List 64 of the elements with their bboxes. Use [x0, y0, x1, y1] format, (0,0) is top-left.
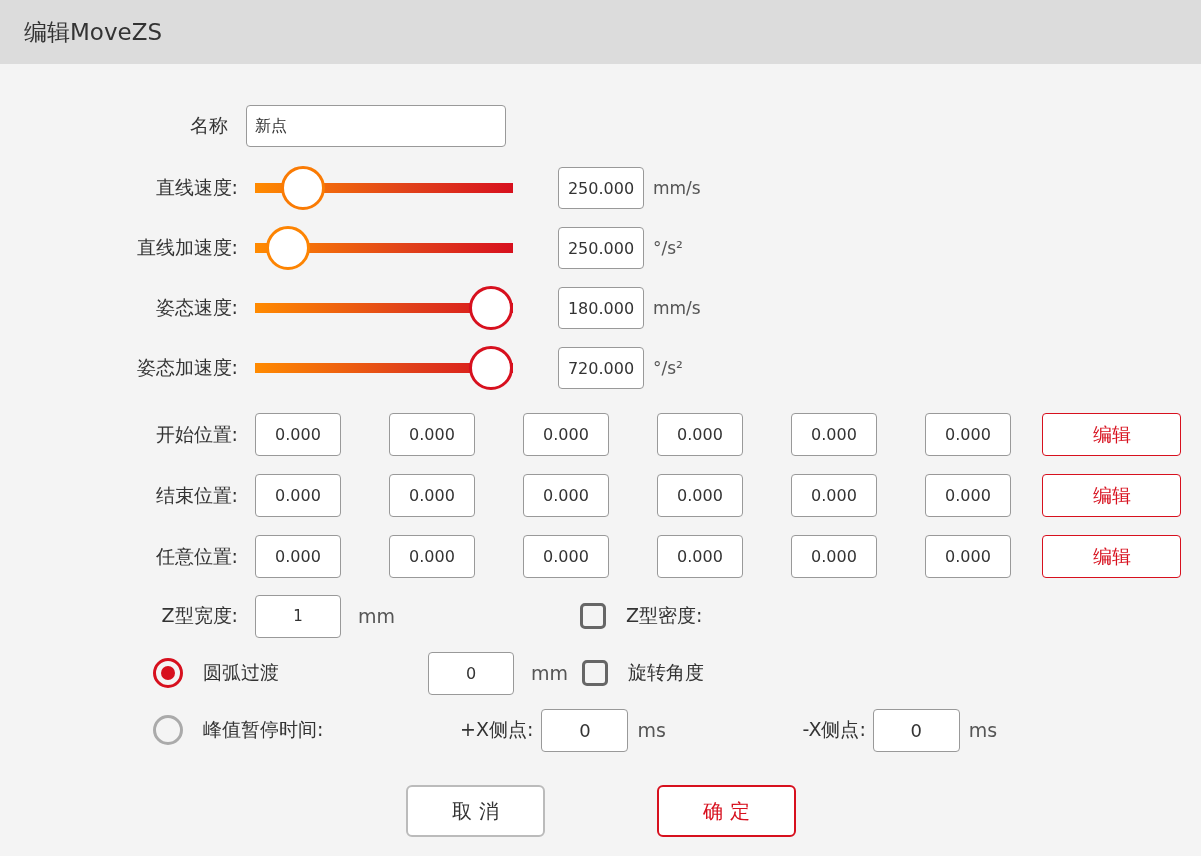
unit-label: mm	[358, 605, 396, 627]
coordinate-field[interactable]: 0.000	[389, 535, 475, 578]
slider-label: 姿态速度:	[154, 295, 238, 320]
checkbox-label: 旋转角度	[628, 660, 705, 685]
unit-label: mm/s	[653, 298, 701, 318]
radio-button[interactable]	[153, 715, 183, 745]
position-label: 开始位置:	[154, 421, 238, 447]
unit-label: mm/s	[653, 178, 701, 198]
coordinate-field[interactable]: 0.000	[255, 474, 341, 517]
field-label: +X侧点:	[459, 717, 534, 742]
coordinate-field[interactable]: 0.000	[657, 413, 743, 456]
coordinate-field[interactable]: 0.000	[925, 474, 1011, 517]
field-label: -X侧点:	[801, 717, 866, 742]
coordinate-field[interactable]: 0.000	[523, 535, 609, 578]
coordinate-field[interactable]: 0.000	[791, 535, 877, 578]
window-title: 编辑MoveZS	[24, 17, 163, 47]
slider-thumb[interactable]	[469, 346, 513, 390]
name-field[interactable]: 新点	[246, 105, 506, 147]
checkbox[interactable]	[580, 603, 607, 629]
edit-button[interactable]: 编辑	[1042, 474, 1181, 517]
unit-label: mm	[531, 662, 569, 684]
coordinate-field[interactable]: 0.000	[925, 413, 1011, 456]
transition-field[interactable]: 0	[428, 651, 514, 695]
slider-label: 姿态加速度:	[135, 355, 238, 380]
position-label: 结束位置:	[154, 482, 238, 508]
value-field[interactable]: 180.000	[558, 287, 644, 329]
coordinate-field[interactable]: 0.000	[791, 413, 877, 456]
field-label: Z型宽度:	[160, 603, 238, 628]
coordinate-field[interactable]: 0.000	[523, 474, 609, 517]
slider-thumb[interactable]	[469, 286, 513, 330]
checkbox[interactable]	[582, 660, 609, 686]
radio-button[interactable]	[153, 658, 183, 688]
unit-label: °/s²	[653, 358, 683, 378]
coordinate-field[interactable]: 0.000	[255, 413, 341, 456]
field-label: 名称	[189, 113, 228, 138]
unit-label: °/s²	[653, 238, 683, 258]
slider-label: 直线加速度:	[135, 235, 238, 260]
coordinate-field[interactable]: 0.000	[523, 413, 609, 456]
value-field[interactable]: 250.000	[558, 227, 644, 269]
coordinate-field[interactable]: 0.000	[791, 474, 877, 517]
slider-label: 直线速度:	[154, 175, 238, 200]
checkbox-label: Z型密度:	[626, 603, 703, 628]
coordinate-field[interactable]: 0.000	[389, 474, 475, 517]
confirm-button[interactable]: 确 定	[657, 785, 796, 837]
edit-button[interactable]: 编辑	[1042, 535, 1181, 578]
radio-label: 圆弧过渡	[203, 660, 280, 685]
value-field[interactable]: 250.000	[558, 167, 644, 209]
unit-label: ms	[637, 719, 666, 741]
plus-x-field[interactable]: 0	[541, 708, 629, 752]
cancel-button[interactable]: 取 消	[406, 785, 545, 837]
coordinate-field[interactable]: 0.000	[657, 535, 743, 578]
coordinate-field[interactable]: 0.000	[255, 535, 341, 578]
edit-button[interactable]: 编辑	[1042, 413, 1181, 456]
coordinate-field[interactable]: 0.000	[925, 535, 1011, 578]
slider-thumb[interactable]	[280, 166, 325, 210]
position-label: 任意位置:	[154, 543, 238, 569]
unit-label: ms	[968, 719, 998, 741]
radio-label: 峰值暂停时间:	[203, 717, 324, 742]
slider-thumb[interactable]	[265, 226, 310, 270]
z-width-field[interactable]: 1	[255, 594, 341, 638]
minus-x-field[interactable]: 0	[872, 708, 960, 752]
coordinate-field[interactable]: 0.000	[657, 474, 743, 517]
value-field[interactable]: 720.000	[558, 347, 644, 389]
coordinate-field[interactable]: 0.000	[389, 413, 475, 456]
